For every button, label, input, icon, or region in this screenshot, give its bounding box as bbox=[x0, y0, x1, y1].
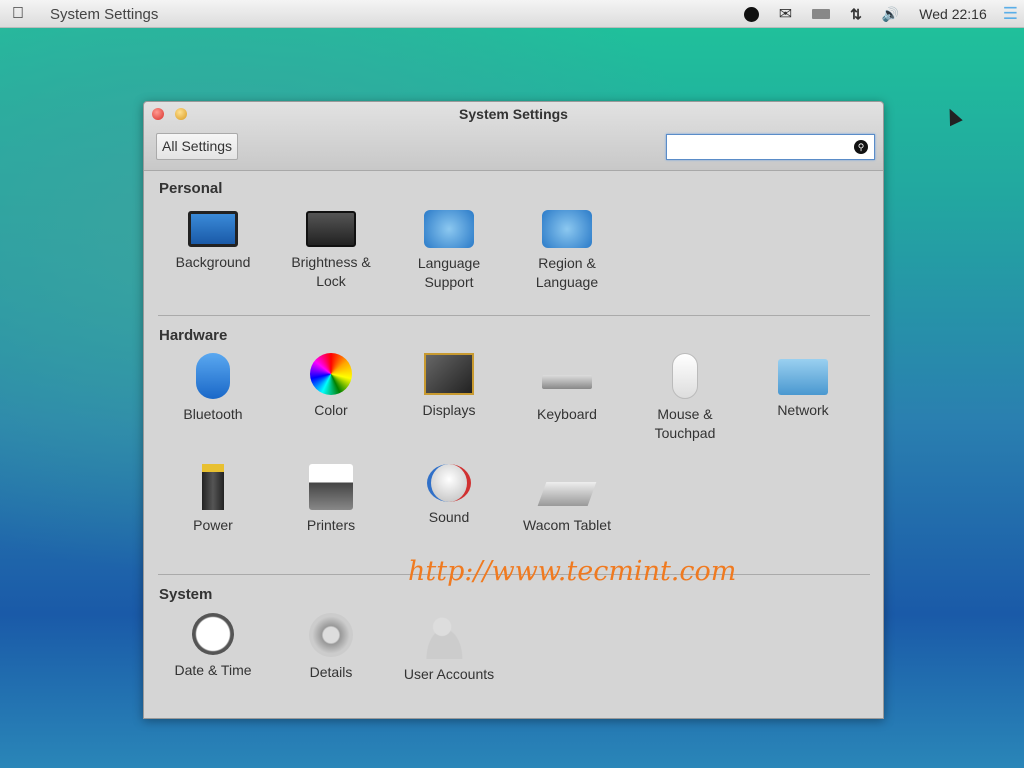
settings-item-keyboard[interactable]: Keyboard bbox=[508, 353, 626, 424]
settings-item-label: Bluetooth bbox=[183, 406, 243, 422]
section-personal: Personal bbox=[159, 180, 223, 197]
settings-item-label: Network bbox=[777, 402, 829, 418]
apple-icon[interactable]:  bbox=[12, 5, 24, 23]
settings-item-label: Brightness & Lock bbox=[291, 254, 371, 289]
settings-item-label: Power bbox=[193, 517, 233, 533]
system-settings-window: System Settings All Settings ⚲ Personal … bbox=[143, 101, 884, 719]
search-icon[interactable] bbox=[743, 6, 759, 22]
date-time-icon bbox=[192, 613, 234, 655]
menu-icon[interactable]: ☰ bbox=[1003, 4, 1018, 24]
settings-item-user-accounts[interactable]: User Accounts bbox=[390, 613, 508, 684]
settings-item-sound[interactable]: Sound bbox=[390, 464, 508, 527]
settings-item-wacom-tablet[interactable]: Wacom Tablet bbox=[508, 464, 626, 535]
region-language-icon bbox=[542, 210, 592, 248]
settings-item-details[interactable]: Details bbox=[272, 613, 390, 682]
settings-item-brightness-lock[interactable]: Brightness & Lock bbox=[272, 206, 390, 291]
search-field[interactable]: ⚲ bbox=[666, 134, 875, 160]
settings-item-date-time[interactable]: Date & Time bbox=[154, 613, 272, 680]
search-icon[interactable]: ⚲ bbox=[854, 140, 868, 154]
settings-item-label: User Accounts bbox=[403, 666, 495, 682]
settings-item-label: Displays bbox=[422, 402, 476, 418]
volume-icon[interactable]: 🔊 bbox=[882, 6, 899, 23]
app-menu-title[interactable]: System Settings bbox=[50, 6, 158, 23]
details-icon bbox=[309, 613, 353, 657]
battery-icon[interactable] bbox=[812, 9, 831, 19]
keyboard-icon bbox=[542, 375, 592, 389]
mail-icon[interactable]: ✉ bbox=[779, 4, 792, 24]
printers-icon bbox=[309, 464, 353, 510]
color-icon bbox=[310, 353, 352, 395]
settings-item-label: Mouse & Touchpad bbox=[654, 406, 716, 441]
section-system: System bbox=[159, 586, 213, 603]
mouse-touchpad-icon bbox=[672, 353, 698, 399]
network-arrows-icon[interactable]: ⇅ bbox=[850, 6, 862, 23]
settings-item-mouse-touchpad[interactable]: Mouse & Touchpad bbox=[626, 353, 744, 443]
settings-item-color[interactable]: Color bbox=[272, 353, 390, 420]
settings-item-label: Printers bbox=[306, 517, 356, 533]
divider bbox=[158, 315, 870, 316]
window-title: System Settings bbox=[459, 106, 568, 122]
language-support-icon bbox=[424, 210, 474, 248]
settings-item-label: Sound bbox=[428, 509, 470, 525]
watermark: http://www.tecmint.com bbox=[408, 556, 737, 587]
settings-item-label: Keyboard bbox=[537, 406, 597, 422]
wacom-tablet-icon bbox=[537, 482, 597, 506]
settings-item-bluetooth[interactable]: Bluetooth bbox=[154, 353, 272, 424]
settings-item-label: Color bbox=[314, 402, 348, 418]
top-panel:  System Settings ✉ ⇅ 🔊 Wed 22:16 ☰ bbox=[0, 0, 1024, 28]
brightness-lock-icon bbox=[306, 211, 356, 247]
mouse-cursor bbox=[943, 105, 963, 127]
settings-item-label: Language Support bbox=[417, 255, 481, 290]
settings-item-label: Background bbox=[175, 254, 251, 270]
section-hardware: Hardware bbox=[159, 327, 228, 344]
user-accounts-icon bbox=[426, 613, 472, 659]
displays-icon bbox=[424, 353, 474, 395]
settings-item-label: Wacom Tablet bbox=[523, 517, 611, 533]
settings-item-background[interactable]: Background bbox=[154, 206, 272, 272]
background-icon bbox=[188, 211, 238, 247]
settings-item-printers[interactable]: Printers bbox=[272, 464, 390, 535]
settings-item-network[interactable]: Network bbox=[744, 353, 862, 420]
settings-item-region-language[interactable]: Region & Language bbox=[508, 206, 626, 292]
window-header: System Settings All Settings ⚲ bbox=[144, 102, 883, 171]
all-settings-button[interactable]: All Settings bbox=[156, 133, 239, 160]
clock[interactable]: Wed 22:16 bbox=[919, 6, 986, 22]
bluetooth-icon bbox=[196, 353, 230, 399]
settings-item-language-support[interactable]: Language Support bbox=[390, 206, 508, 292]
settings-item-label: Details bbox=[309, 664, 353, 680]
settings-item-displays[interactable]: Displays bbox=[390, 353, 508, 420]
settings-item-label: Region & Language bbox=[535, 255, 599, 290]
settings-item-label: Date & Time bbox=[174, 662, 252, 678]
power-icon bbox=[202, 464, 224, 510]
settings-item-power[interactable]: Power bbox=[154, 464, 272, 535]
sound-icon bbox=[427, 464, 471, 502]
search-input[interactable] bbox=[670, 135, 850, 159]
network-icon bbox=[778, 359, 828, 395]
